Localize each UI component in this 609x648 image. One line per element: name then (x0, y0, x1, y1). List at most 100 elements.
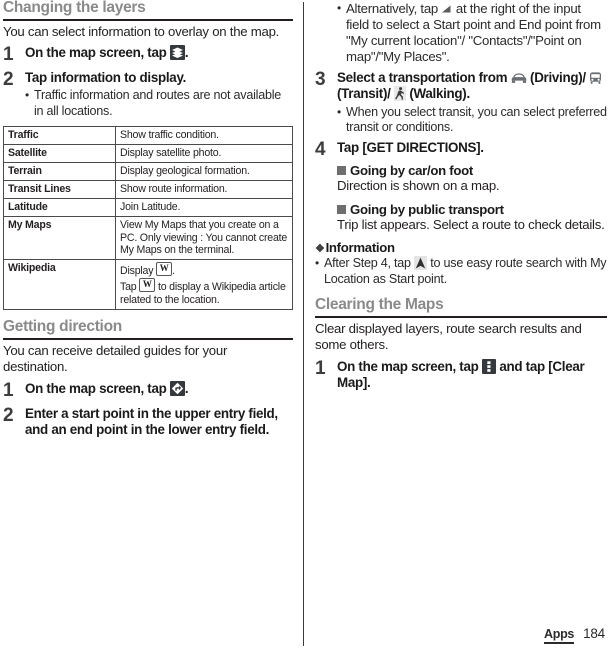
section-heading-getting-direction: Getting direction (3, 318, 122, 336)
wiki-line1-before: Display (120, 265, 154, 278)
heading-rule (315, 315, 607, 318)
step-number: 1 (3, 44, 14, 66)
wiki-line2-before: Tap (120, 281, 137, 294)
layer-name: Wikipedia (3, 259, 116, 311)
intro-text-clearing-maps: Clear displayed layers, route search res… (315, 320, 582, 353)
directions-icon[interactable] (169, 380, 185, 396)
car-icon[interactable] (511, 71, 527, 84)
right-column: • Alternatively, tap at the right of the… (315, 0, 607, 391)
step-clearing-1: 1 On the map screen, tap and tap [Clear … (315, 358, 607, 391)
bullet-text: After Step 4, tap to use easy route sear… (324, 256, 607, 287)
overflow-menu-icon[interactable] (481, 358, 496, 374)
step-number: 2 (3, 404, 14, 426)
step-title: On the map screen, tap . (25, 45, 293, 61)
step-text-before: On the map screen, tap (337, 358, 479, 374)
section-clearing-the-maps: Clearing the Maps (315, 296, 607, 318)
section-heading-clearing-maps: Clearing the Maps (315, 296, 444, 314)
page-footer: Apps 184 (544, 626, 605, 644)
step-direction-2: 2 Enter a start point in the upper entry… (3, 404, 293, 438)
step-title: Tap [GET DIRECTIONS]. (337, 140, 484, 156)
subheading-text: Going by car/on foot (350, 163, 473, 179)
layer-name: Traffic (3, 125, 116, 145)
step-title: Enter a start point in the upper entry f… (25, 405, 278, 437)
table-row: Transit Lines Show route information. (3, 179, 293, 199)
table-row: My Maps View My Maps that you create on … (3, 215, 293, 261)
walking-icon[interactable] (393, 86, 406, 102)
column-divider (303, 2, 304, 646)
layer-desc: Display satellite photo. (115, 143, 293, 163)
bullet-dot: • (337, 104, 341, 119)
step-title-part2: (Driving)/ (530, 70, 586, 86)
heading-rule (3, 337, 293, 340)
bullet-text-before: Alternatively, tap (346, 1, 439, 16)
layer-name: Transit Lines (3, 179, 116, 199)
layers-icon[interactable] (169, 45, 185, 61)
page-number: 184 (583, 626, 605, 641)
step-title: Tap information to display. (25, 70, 187, 86)
note-bullet: • Traffic information and routes are not… (25, 88, 293, 119)
step-number: 4 (315, 139, 326, 161)
step-layers-1: 1 On the map screen, tap . (3, 45, 293, 65)
step-direction-1: 1 On the map screen, tap . (3, 379, 293, 401)
dropdown-triangle-icon[interactable] (441, 2, 452, 13)
step-title: On the map screen, tap and tap [Clear Ma… (337, 358, 607, 391)
bullet-dot: • (25, 88, 29, 103)
layer-desc: View My Maps that you create on a PC. On… (115, 215, 293, 261)
bullet-dot: • (337, 1, 341, 15)
step-title-part3: (Transit)/ (337, 86, 391, 102)
step-text-before: On the map screen, tap (25, 380, 167, 396)
heading-rule (3, 18, 293, 21)
layer-name: Latitude (3, 197, 116, 217)
layer-desc: Display W. Tap W to display a Wikipedia … (115, 259, 293, 311)
wikipedia-w-icon[interactable]: W (156, 262, 173, 277)
note-bullet-alternatively: • Alternatively, tap at the right of the… (337, 1, 607, 65)
table-row: Satellite Display satellite photo. (3, 143, 293, 163)
information-heading: ❖ Information (315, 240, 607, 255)
bullet-text: When you select transit, you can select … (346, 104, 607, 134)
navigation-arrow-icon[interactable] (414, 256, 428, 271)
step-text-after: . (184, 45, 189, 61)
layer-name: Terrain (3, 161, 116, 181)
step-text-after: . (184, 380, 189, 396)
bus-icon[interactable] (589, 71, 602, 85)
step-number: 2 (3, 69, 14, 91)
step-title-part4: (Walking). (409, 86, 470, 102)
manual-page: Changing the layers You can select infor… (0, 0, 609, 648)
layers-table: Traffic Show traffic condition. Satellit… (3, 125, 293, 311)
table-row: Terrain Display geological formation. (3, 161, 293, 181)
wiki-line1-after: . (172, 265, 175, 278)
square-marker-icon (337, 166, 346, 176)
step-title: On the map screen, tap . (25, 380, 293, 397)
subheading-going-by-transport: Going by public transport (337, 202, 607, 217)
square-marker-icon (337, 204, 346, 214)
diamond-icon: ❖ (315, 243, 325, 256)
information-bullet: • After Step 4, tap to use easy route se… (315, 256, 607, 287)
wikipedia-w-icon[interactable]: W (139, 278, 156, 293)
section-getting-direction: Getting direction (3, 318, 293, 340)
table-row: Traffic Show traffic condition. (3, 125, 293, 145)
layer-name: Satellite (3, 143, 116, 163)
information-heading-text: Information (325, 240, 396, 256)
subheading-body-car: Direction is shown on a map. (337, 178, 500, 194)
layer-desc: Display geological formation. (115, 161, 293, 181)
bullet-dot: • (315, 256, 319, 271)
step-number: 1 (3, 379, 14, 401)
subheading-body-transport: Trip list appears. Select a route to che… (337, 216, 605, 232)
step-number: 3 (315, 69, 326, 91)
step-title-part1: Select a transportation from (337, 70, 508, 86)
subheading-text: Going by public transport (350, 201, 504, 217)
table-row-wikipedia: Wikipedia Display W. Tap W to display a … (3, 259, 293, 311)
subheading-going-by-car: Going by car/on foot (337, 163, 607, 178)
layer-name: My Maps (3, 215, 116, 261)
section-heading-layers: Changing the layers (3, 0, 146, 16)
layer-desc: Show traffic condition. (115, 125, 293, 145)
layer-desc: Join Latitude. (115, 197, 293, 217)
intro-text-getting-direction: You can receive detailed guides for your… (3, 342, 228, 375)
layer-desc: Show route information. (115, 179, 293, 199)
footer-section-tab: Apps (544, 627, 574, 644)
section-changing-the-layers: Changing the layers (3, 0, 293, 21)
info-text-before: After Step 4, tap (324, 256, 411, 271)
step-text-before: On the map screen, tap (25, 45, 167, 61)
step-layers-2: 2 Tap information to display. • Traffic … (3, 70, 293, 119)
note-bullet-transit: • When you select transit, you can selec… (337, 105, 607, 136)
